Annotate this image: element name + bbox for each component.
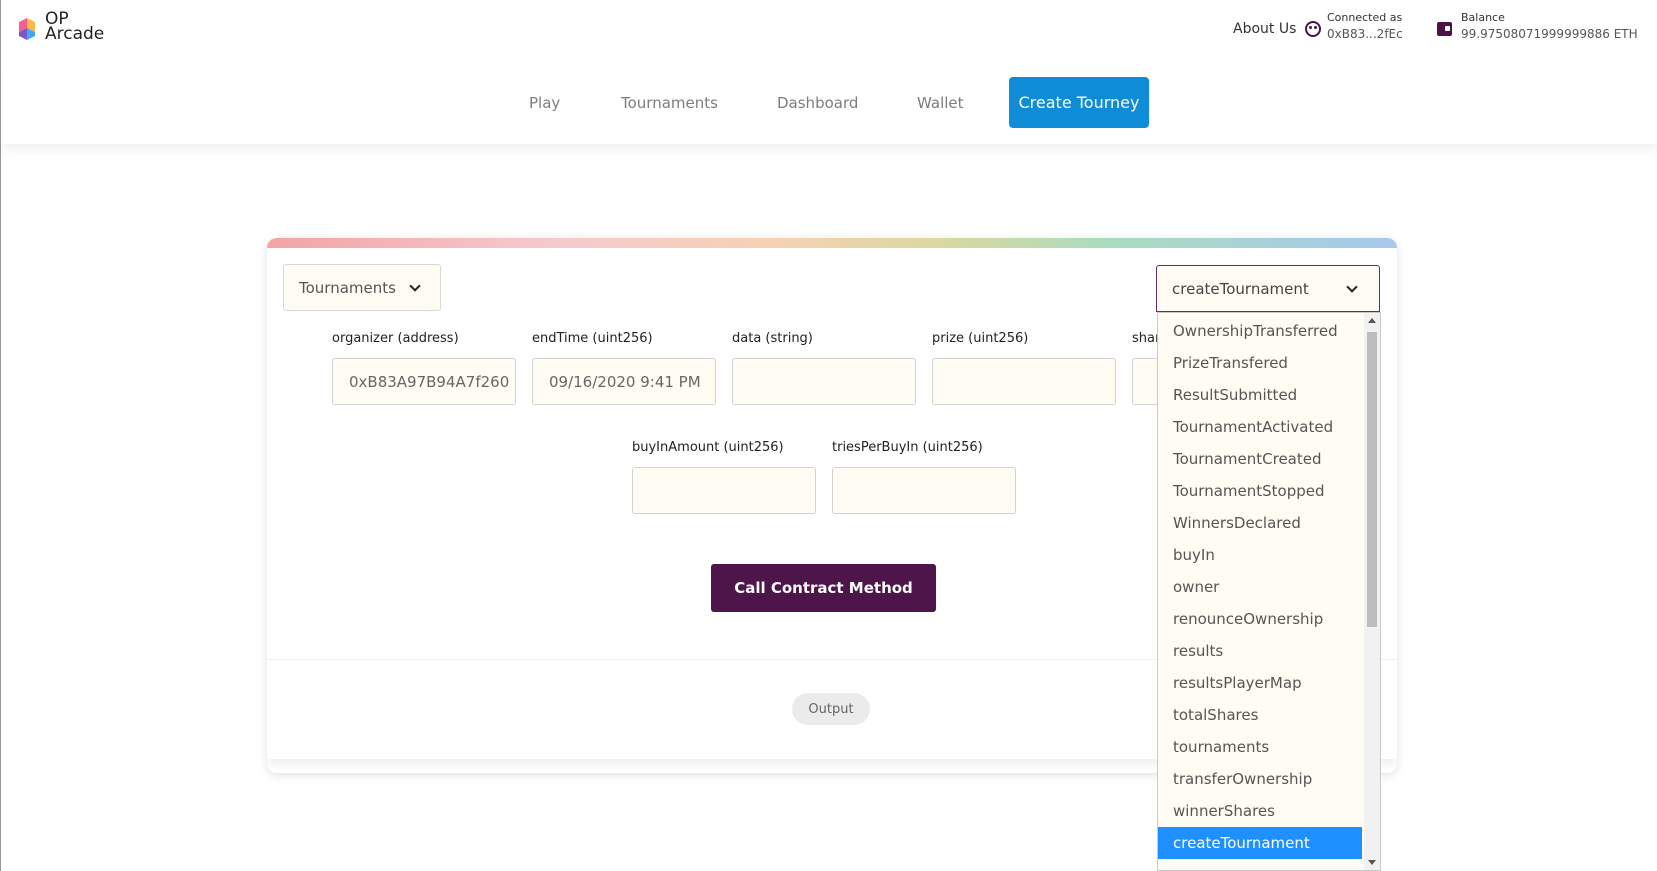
dropdown-option[interactable]: TournamentCreated: [1158, 443, 1362, 475]
triesperbuyin-input[interactable]: [832, 467, 1016, 514]
connected-label: Connected as: [1327, 11, 1403, 24]
connected-address[interactable]: 0xB83...2fEc: [1327, 27, 1403, 41]
logo[interactable]: OP Arcade: [17, 11, 105, 44]
top-header: OP Arcade About Us Connected as 0xB83...…: [1, 0, 1657, 60]
output-pill: Output: [792, 693, 870, 725]
method-select-value: createTournament: [1172, 279, 1309, 298]
dropdown-option[interactable]: TournamentStopped: [1158, 475, 1362, 507]
dropdown-option[interactable]: winnerShares: [1158, 795, 1362, 827]
triesperbuyin-label: triesPerBuyIn (uint256): [832, 440, 983, 455]
dropdown-option[interactable]: PrizeTransfered: [1158, 347, 1362, 379]
dropdown-option[interactable]: ResultSubmitted: [1158, 379, 1362, 411]
page: OP Arcade About Us Connected as 0xB83...…: [0, 0, 1657, 871]
buyinamount-label: buyInAmount (uint256): [632, 440, 784, 455]
nav-dashboard[interactable]: Dashboard: [777, 94, 858, 112]
balance-label: Balance: [1461, 11, 1505, 24]
endtime-label: endTime (uint256): [532, 331, 653, 346]
smiley-face-icon: [1305, 21, 1321, 37]
data-input[interactable]: [732, 358, 916, 405]
dropdown-option[interactable]: resultsPlayerMap: [1158, 667, 1362, 699]
organizer-label: organizer (address): [332, 331, 459, 346]
contract-select-value: Tournaments: [299, 278, 396, 297]
main-nav: Play Tournaments Dashboard Wallet Create…: [1, 60, 1657, 144]
contract-select[interactable]: Tournaments: [283, 264, 441, 311]
method-dropdown-list[interactable]: OwnershipTransferred PrizeTransfered Res…: [1157, 312, 1381, 871]
dropdown-option[interactable]: TournamentActivated: [1158, 411, 1362, 443]
dropdown-option[interactable]: buyIn: [1158, 539, 1362, 571]
method-select[interactable]: createTournament: [1156, 265, 1380, 312]
dropdown-option[interactable]: owner: [1158, 571, 1362, 603]
logo-text: OP Arcade: [45, 11, 105, 44]
balance-value: 99.97508071999999886 ETH: [1461, 27, 1638, 41]
prize-input[interactable]: [932, 358, 1116, 405]
buyinamount-input[interactable]: [632, 467, 816, 514]
dropdown-option[interactable]: results: [1158, 635, 1362, 667]
dropdown-option[interactable]: renounceOwnership: [1158, 603, 1362, 635]
nav-play[interactable]: Play: [529, 94, 560, 112]
nav-tournaments[interactable]: Tournaments: [621, 94, 718, 112]
call-contract-method-button[interactable]: Call Contract Method: [711, 564, 936, 612]
scroll-up-arrow-icon[interactable]: [1368, 318, 1376, 323]
scroll-down-arrow-icon[interactable]: [1368, 860, 1376, 865]
wallet-icon: [1437, 22, 1452, 36]
dropdown-option[interactable]: transferOwnership: [1158, 763, 1362, 795]
data-label: data (string): [732, 331, 813, 346]
logo-line-2: Arcade: [45, 24, 105, 44]
dropdown-option[interactable]: totalShares: [1158, 699, 1362, 731]
dropdown-option[interactable]: WinnersDeclared: [1158, 507, 1362, 539]
dropdown-option[interactable]: tournaments: [1158, 731, 1362, 763]
endtime-input[interactable]: 09/16/2020 9:41 PM: [532, 358, 716, 405]
chevron-down-icon: [1346, 281, 1358, 293]
dropdown-scrollbar[interactable]: [1364, 313, 1380, 870]
op-arcade-logo-icon: [19, 18, 35, 40]
rainbow-accent: [267, 238, 1397, 248]
prize-label: prize (uint256): [932, 331, 1029, 346]
scroll-thumb[interactable]: [1367, 332, 1377, 627]
organizer-input[interactable]: 0xB83A97B94A7f260: [332, 358, 516, 405]
nav-create-tourney[interactable]: Create Tourney: [1009, 77, 1149, 128]
nav-wallet[interactable]: Wallet: [917, 94, 964, 112]
chevron-down-icon: [409, 280, 421, 292]
dropdown-option[interactable]: OwnershipTransferred: [1158, 315, 1362, 347]
dropdown-option-selected[interactable]: createTournament: [1158, 827, 1362, 859]
about-us-link[interactable]: About Us: [1233, 21, 1296, 37]
dropdown-options: OwnershipTransferred PrizeTransfered Res…: [1158, 313, 1380, 859]
